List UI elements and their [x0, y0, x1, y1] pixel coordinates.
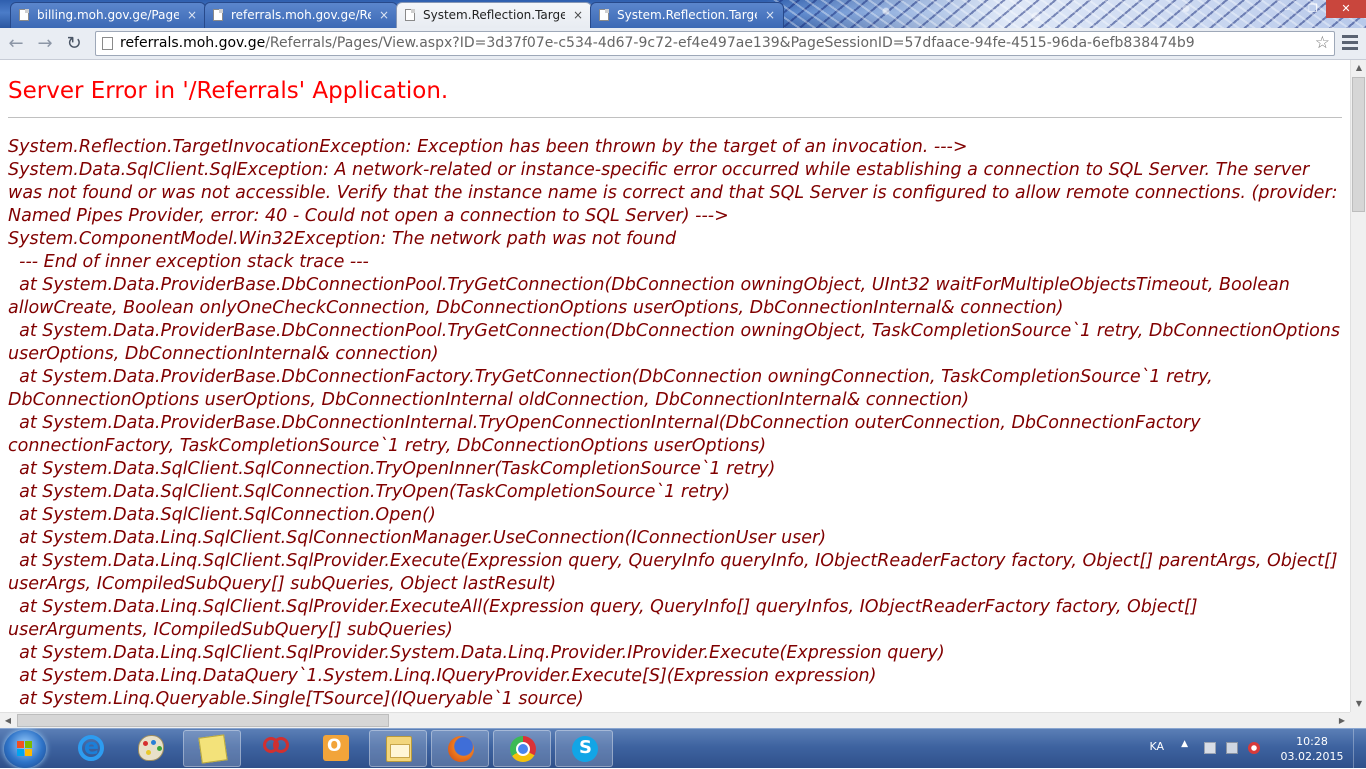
volume-muted-icon[interactable]: [1248, 742, 1260, 754]
tab-close-icon[interactable]: ×: [573, 3, 583, 27]
exception-line: System.ComponentModel.Win32Exception: Th…: [8, 229, 677, 249]
horizontal-scrollbar[interactable]: ◀ ▶: [0, 712, 1350, 728]
clock-date: 03.02.2015: [1280, 750, 1344, 763]
tab-referrals[interactable]: referrals.moh.gov.ge/Refe ×: [204, 2, 398, 28]
taskbar-chrome[interactable]: [493, 730, 551, 767]
url-path: /Referrals/Pages/View.aspx?ID=3d37f07e-c…: [265, 35, 1195, 51]
close-window-button[interactable]: ✕: [1326, 0, 1366, 18]
outlook-icon: [323, 735, 349, 761]
page-icon: [405, 9, 415, 21]
tab-close-icon[interactable]: ×: [379, 3, 389, 27]
action-center-icon[interactable]: [1204, 742, 1216, 754]
scroll-right-icon[interactable]: ▶: [1334, 713, 1350, 729]
firefox-icon: [448, 736, 474, 762]
page-icon: [19, 9, 29, 21]
reload-button[interactable]: ↻: [62, 32, 86, 56]
stack-trace-line: at System.Data.Linq.DataQuery`1.System.L…: [8, 666, 877, 686]
scroll-left-icon[interactable]: ◀: [0, 713, 16, 729]
stack-trace-line: at System.Data.Linq.SqlClient.SqlProvide…: [8, 597, 1204, 640]
scroll-up-icon[interactable]: ▲: [1351, 60, 1366, 76]
tab-server-error-2[interactable]: System.Reflection.TargetI ×: [590, 2, 784, 28]
title-divider: [8, 117, 1342, 118]
url-text[interactable]: referrals.moh.gov.ge/Referrals/Pages/Vie…: [120, 32, 1195, 55]
stack-trace-line: at System.Data.ProviderBase.DbConnection…: [8, 413, 1207, 456]
windows-logo-icon: [17, 741, 33, 757]
tab-billing[interactable]: billing.moh.gov.ge/Pages ×: [10, 2, 206, 28]
url-host: referrals.moh.gov.ge: [120, 35, 266, 51]
taskbar-clock[interactable]: 10:28 03.02.2015: [1278, 734, 1346, 764]
exception-line: System.Reflection.TargetInvocationExcept…: [8, 137, 968, 157]
file-explorer-icon: [386, 736, 412, 762]
vertical-scrollbar[interactable]: ▲ ▼: [1350, 60, 1366, 712]
stack-trace-line: at System.Data.SqlClient.SqlConnection.T…: [8, 459, 776, 479]
stack-trace-line: --- End of inner exception stack trace -…: [8, 252, 369, 272]
page-icon: [599, 9, 609, 21]
internet-explorer-icon: [78, 735, 104, 761]
tab-label: billing.moh.gov.ge/Pages: [37, 8, 179, 22]
stack-trace-line: at System.Linq.Queryable.Single[TSource]…: [8, 689, 584, 709]
sticky-notes-icon: [198, 734, 228, 764]
page-viewport: Server Error in '/Referrals' Application…: [0, 60, 1350, 712]
taskbar-paint[interactable]: [122, 730, 180, 767]
tab-server-error-active[interactable]: System.Reflection.TargetI ×: [396, 2, 592, 28]
paint-icon: [138, 735, 164, 761]
stack-trace-line: at System.Data.SqlClient.SqlConnection.T…: [8, 482, 731, 502]
forward-button[interactable]: →: [33, 32, 57, 56]
tab-label: System.Reflection.TargetI: [423, 8, 565, 22]
tab-strip: billing.moh.gov.ge/Pages × referrals.moh…: [0, 0, 1366, 28]
window-controls: – ❐ ✕: [1274, 0, 1366, 20]
show-desktop-button[interactable]: [1353, 729, 1366, 769]
stack-trace-line: at System.Data.ProviderBase.DbConnection…: [8, 321, 1346, 364]
exception-details: System.Reflection.TargetInvocationExcept…: [8, 136, 1342, 711]
page-icon: [213, 9, 223, 21]
show-hidden-icons[interactable]: ▲: [1181, 739, 1188, 749]
vertical-scroll-thumb[interactable]: [1352, 77, 1365, 212]
chrome-icon: [510, 736, 536, 762]
stack-trace-line: at System.Data.ProviderBase.DbConnection…: [8, 367, 1219, 410]
tab-close-icon[interactable]: ×: [187, 3, 197, 27]
taskbar-internet-explorer[interactable]: [62, 730, 120, 767]
tab-label: referrals.moh.gov.ge/Refe: [231, 8, 371, 22]
system-tray: KA ▲ 10:28 03.02.2015: [1126, 729, 1366, 769]
taskbar-sticky-notes[interactable]: [183, 730, 241, 767]
taskbar-firefox[interactable]: [431, 730, 489, 767]
windows-taskbar: KA ▲ 10:28 03.02.2015: [0, 728, 1366, 769]
browser-menu-icon[interactable]: [1342, 35, 1358, 51]
stack-trace-line: at System.Data.Linq.SqlClient.SqlConnect…: [8, 528, 827, 548]
page-title: Server Error in '/Referrals' Application…: [8, 78, 449, 104]
taskbar-outlook[interactable]: [307, 730, 365, 767]
browser-toolbar: ← → ↻ referrals.moh.gov.ge/Referrals/Pag…: [0, 28, 1366, 60]
maximize-button[interactable]: ❐: [1300, 0, 1326, 18]
back-button[interactable]: ←: [4, 32, 28, 56]
stack-trace-line: at System.Data.SqlClient.SqlConnection.O…: [8, 505, 436, 525]
skype-icon: [572, 736, 598, 762]
page-info-icon[interactable]: [102, 37, 113, 50]
tab-label: System.Reflection.TargetI: [617, 8, 757, 22]
scrollbar-corner: [1350, 712, 1366, 728]
minimize-button[interactable]: –: [1274, 0, 1300, 18]
stack-trace-line: at System.Data.ProviderBase.DbConnection…: [8, 275, 1296, 318]
network-icon[interactable]: [1226, 742, 1238, 754]
start-button[interactable]: [4, 730, 46, 768]
bookmark-star-icon[interactable]: ☆: [1315, 32, 1330, 55]
horizontal-scroll-thumb[interactable]: [17, 714, 389, 727]
taskbar-file-explorer[interactable]: [369, 730, 427, 767]
taskbar-skype[interactable]: [555, 730, 613, 767]
tab-close-icon[interactable]: ×: [765, 3, 775, 27]
address-bar[interactable]: referrals.moh.gov.ge/Referrals/Pages/Vie…: [95, 31, 1335, 56]
stack-trace-line: at System.Data.Linq.SqlClient.SqlProvide…: [8, 551, 1344, 594]
scroll-down-icon[interactable]: ▼: [1351, 696, 1366, 712]
exception-line: System.Data.SqlClient.SqlException: A ne…: [8, 160, 1344, 226]
taskbar-snipping-tool[interactable]: [245, 730, 303, 767]
snipping-tool-icon: [261, 735, 289, 761]
clock-time: 10:28: [1296, 735, 1328, 748]
stack-trace-line: at System.Data.Linq.SqlClient.SqlProvide…: [8, 643, 945, 663]
language-indicator[interactable]: KA: [1149, 740, 1164, 753]
